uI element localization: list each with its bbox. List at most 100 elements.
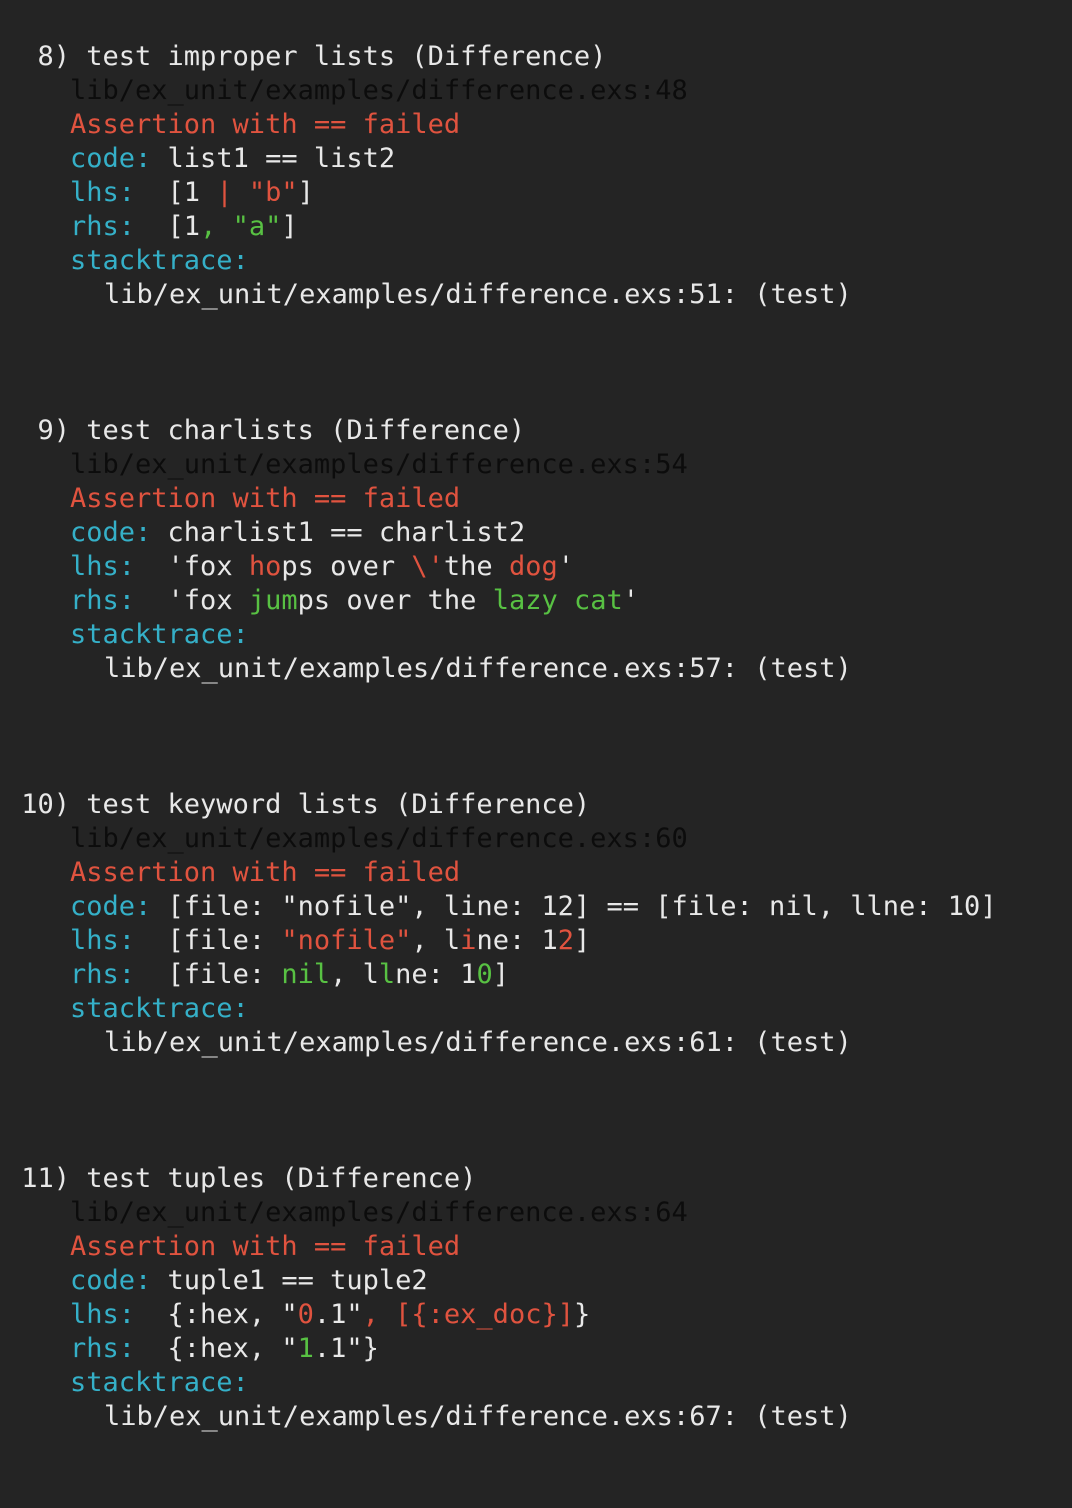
rhs-line: rhs: 'fox jumps over the lazy cat' — [70, 584, 639, 618]
failure-header: 10) test keyword lists (Difference) — [0, 788, 590, 822]
rhs-line: rhs: [file: nil, llne: 10] — [70, 958, 509, 992]
lhs-line: lhs: [file: "nofile", line: 12] — [70, 924, 590, 958]
diff-equal: [1 — [167, 211, 201, 242]
code-label: code: — [70, 517, 152, 548]
lhs-line: lhs: {:hex, "0.1", [{:ex_doc}]} — [70, 1298, 590, 1332]
diff-deletion: \' — [411, 551, 444, 582]
diff-deletion: , [{:ex_doc}] — [362, 1299, 574, 1330]
lhs-line: lhs: 'fox hops over \'the dog' — [70, 550, 574, 584]
failure-number: 11) — [21, 1163, 70, 1194]
code-value: tuple1 == tuple2 — [167, 1265, 428, 1296]
failure-location: lib/ex_unit/examples/difference.exs:64 — [70, 1197, 688, 1228]
code-line: code: list1 == list2 — [70, 142, 395, 176]
stacktrace-label: stacktrace: — [70, 619, 249, 650]
stacktrace-entry: lib/ex_unit/examples/difference.exs:61: … — [104, 1027, 852, 1058]
diff-deletion: 0 — [297, 1299, 314, 1330]
rhs-label: rhs: — [70, 1333, 136, 1364]
diff-equal: the — [443, 551, 509, 582]
lhs-label: lhs: — [70, 925, 136, 956]
failure-title: test charlists (Difference) — [86, 415, 526, 446]
code-line: code: tuple1 == tuple2 — [70, 1264, 428, 1298]
stacktrace-entry: lib/ex_unit/examples/difference.exs:67: … — [104, 1401, 852, 1432]
diff-equal: .1" — [313, 1299, 363, 1330]
diff-insertion: nil — [281, 959, 331, 990]
failure-location: lib/ex_unit/examples/difference.exs:48 — [70, 75, 688, 106]
diff-deletion: "nofile" — [281, 925, 412, 956]
diff-deletion: dog — [508, 551, 558, 582]
lhs-label: lhs: — [70, 177, 136, 208]
lhs-value: [file: "nofile", line: 12] — [168, 924, 591, 958]
diff-equal: 'fox — [167, 551, 249, 582]
diff-equal: 'fox — [167, 585, 249, 616]
failure-header: 9) test charlists (Difference) — [0, 414, 525, 448]
assertion-message: Assertion with == failed — [70, 857, 461, 888]
diff-equal: ne: 1 — [476, 925, 558, 956]
diff-insertion: l — [378, 959, 396, 990]
diff-insertion: "a" — [232, 211, 282, 242]
failure-location: lib/ex_unit/examples/difference.exs:54 — [70, 449, 688, 480]
lhs-value: [1 | "b"] — [168, 176, 314, 210]
failure-number: 10) — [21, 789, 70, 820]
diff-equal: [file: — [167, 925, 282, 956]
diff-insertion: lazy cat — [492, 585, 623, 616]
rhs-value: [1, "a"] — [168, 210, 298, 244]
diff-deletion: i — [460, 925, 477, 956]
diff-equal: ps over — [281, 551, 412, 582]
diff-insertion: 0 — [476, 959, 493, 990]
stacktrace-label: stacktrace: — [70, 245, 249, 276]
code-line: code: charlist1 == charlist2 — [70, 516, 525, 550]
failure-header: 11) test tuples (Difference) — [0, 1162, 476, 1196]
code-value: charlist1 == charlist2 — [167, 517, 526, 548]
stacktrace-label: stacktrace: — [70, 993, 249, 1024]
lhs-line: lhs: [1 | "b"] — [70, 176, 314, 210]
lhs-label: lhs: — [70, 551, 136, 582]
diff-insertion: 1 — [297, 1333, 314, 1364]
stacktrace-entry: lib/ex_unit/examples/difference.exs:51: … — [104, 279, 852, 310]
rhs-value: {:hex, "1.1"} — [168, 1332, 379, 1366]
diff-equal — [233, 177, 249, 208]
diff-equal: {:hex, " — [167, 1299, 298, 1330]
diff-equal — [216, 211, 232, 242]
diff-deletion: ho — [248, 551, 282, 582]
rhs-label: rhs: — [70, 585, 136, 616]
diff-deletion: 2 — [557, 925, 574, 956]
lhs-value: 'fox hops over \'the dog' — [168, 550, 574, 584]
diff-equal: ' — [622, 585, 639, 616]
stacktrace-label: stacktrace: — [70, 1367, 249, 1398]
rhs-line: rhs: {:hex, "1.1"} — [70, 1332, 379, 1366]
code-line: code: [file: "nofile", line: 12] == [fil… — [70, 890, 997, 924]
diff-equal: ] — [297, 177, 314, 208]
diff-equal: [1 — [167, 177, 217, 208]
code-label: code: — [70, 143, 152, 174]
diff-equal: ps over the — [297, 585, 493, 616]
diff-insertion: jum — [248, 585, 298, 616]
diff-equal: ' — [557, 551, 574, 582]
diff-equal: ] — [573, 925, 591, 956]
assertion-message: Assertion with == failed — [70, 1231, 461, 1262]
diff-equal: , l — [411, 925, 461, 956]
code-value: list1 == list2 — [167, 143, 396, 174]
rhs-line: rhs: [1, "a"] — [70, 210, 298, 244]
failure-title: test improper lists (Difference) — [86, 41, 607, 72]
diff-equal: , l — [330, 959, 379, 990]
diff-equal: ] — [281, 211, 298, 242]
rhs-label: rhs: — [70, 211, 136, 242]
assertion-message: Assertion with == failed — [70, 109, 461, 140]
stacktrace-entry: lib/ex_unit/examples/difference.exs:57: … — [104, 653, 852, 684]
failure-header: 8) test improper lists (Difference) — [0, 40, 606, 74]
diff-equal: ] — [492, 959, 509, 990]
lhs-value: {:hex, "0.1", [{:ex_doc}]} — [168, 1298, 591, 1332]
diff-equal: [file: — [167, 959, 282, 990]
code-value: [file: "nofile", line: 12] == [file: nil… — [167, 891, 997, 922]
failure-number: 8) — [37, 41, 70, 72]
diff-insertion: , — [200, 211, 217, 242]
failure-location: lib/ex_unit/examples/difference.exs:60 — [70, 823, 688, 854]
lhs-label: lhs: — [70, 1299, 136, 1330]
rhs-label: rhs: — [70, 959, 136, 990]
code-label: code: — [70, 1265, 152, 1296]
failure-title: test keyword lists (Difference) — [86, 789, 591, 820]
failure-number: 9) — [37, 415, 70, 446]
rhs-value: 'fox jumps over the lazy cat' — [168, 584, 639, 618]
code-label: code: — [70, 891, 152, 922]
diff-equal: ne: 1 — [395, 959, 477, 990]
